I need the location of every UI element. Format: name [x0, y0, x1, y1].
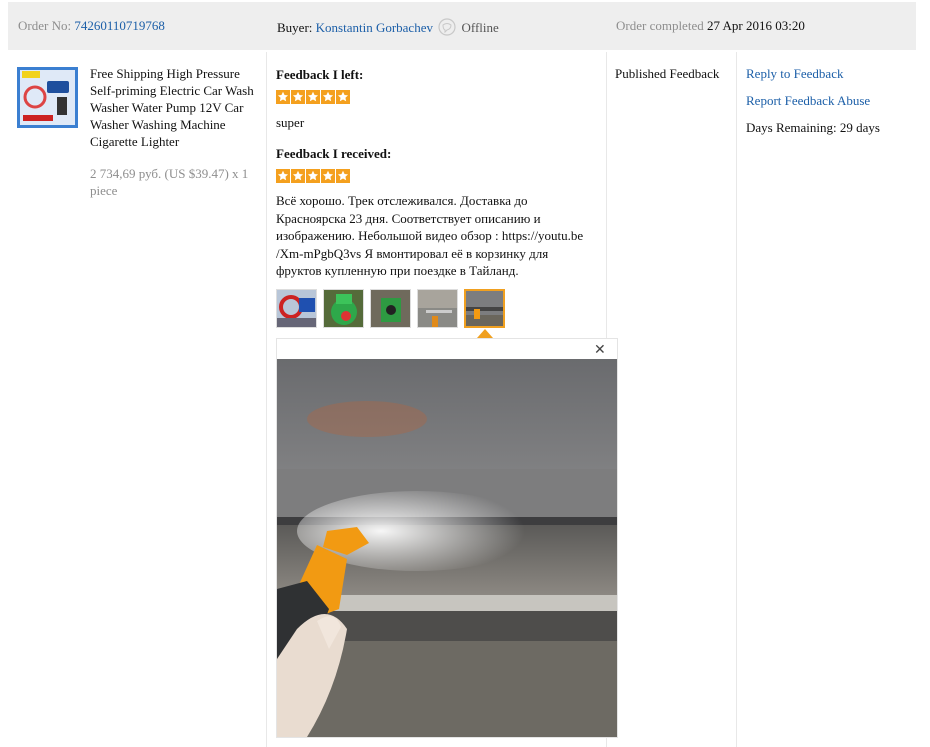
star-icon [291, 90, 305, 104]
buyer-label: Buyer: [277, 20, 313, 35]
order-completed-label: Order completed [616, 18, 704, 33]
feedback-left-comment: super [276, 115, 305, 130]
buyer-name-link[interactable]: Konstantin Gorbachev [316, 20, 433, 35]
feedback-received-comment: Всё хорошо. Трек отслеживался. Доставка … [276, 193, 584, 278]
star-icon [336, 169, 350, 183]
feedback-photo-thumb[interactable] [370, 289, 411, 328]
days-remaining: Days Remaining: 29 days [746, 120, 880, 135]
column-divider [736, 52, 737, 747]
star-icon [276, 169, 290, 183]
feedback-photo-thumb[interactable] [417, 289, 458, 328]
order-number-label: Order No: [18, 18, 72, 33]
feedback-left-stars [276, 90, 350, 104]
feedback-received-label: Feedback I received: [276, 146, 392, 161]
product-title[interactable]: Free Shipping High Pressure Self-priming… [90, 65, 260, 150]
reply-to-feedback-link[interactable]: Reply to Feedback [746, 66, 843, 82]
feedback-photo-strip [276, 289, 505, 328]
star-icon [276, 90, 290, 104]
buyer-status: Offline [461, 20, 499, 35]
order-completed-date: 27 Apr 2016 03:20 [706, 18, 805, 33]
order-number-cell: Order No: 74260110719768 [18, 18, 165, 34]
feedback-photo-thumb[interactable] [323, 289, 364, 328]
order-number-link[interactable]: 74260110719768 [74, 18, 165, 33]
column-divider [266, 52, 267, 747]
star-icon [336, 90, 350, 104]
feedback-photo-preview [277, 359, 617, 737]
order-completed-cell: Order completed 27 Apr 2016 03:20 [616, 18, 805, 34]
product-thumbnail[interactable] [17, 67, 78, 128]
feedback-photo-thumb[interactable] [276, 289, 317, 328]
close-icon[interactable]: ✕ [594, 342, 606, 358]
star-icon [291, 169, 305, 183]
feedback-photo-thumb-active[interactable] [464, 289, 505, 328]
star-icon [321, 169, 335, 183]
chat-bubble-icon[interactable] [438, 18, 456, 40]
star-icon [306, 90, 320, 104]
order-header: Order No: 74260110719768 Buyer: Konstant… [8, 2, 916, 50]
feedback-left-label: Feedback I left: [276, 67, 364, 82]
feedback-status: Published Feedback [615, 66, 720, 81]
report-feedback-abuse-link[interactable]: Report Feedback Abuse [746, 93, 870, 109]
buyer-cell: Buyer: Konstantin Gorbachev Offline [277, 18, 499, 40]
star-icon [306, 169, 320, 183]
preview-pointer [477, 329, 493, 338]
product-price: 2 734,69 руб. (US $39.47) x 1 piece [90, 166, 249, 198]
star-icon [321, 90, 335, 104]
feedback-received-stars [276, 169, 350, 183]
